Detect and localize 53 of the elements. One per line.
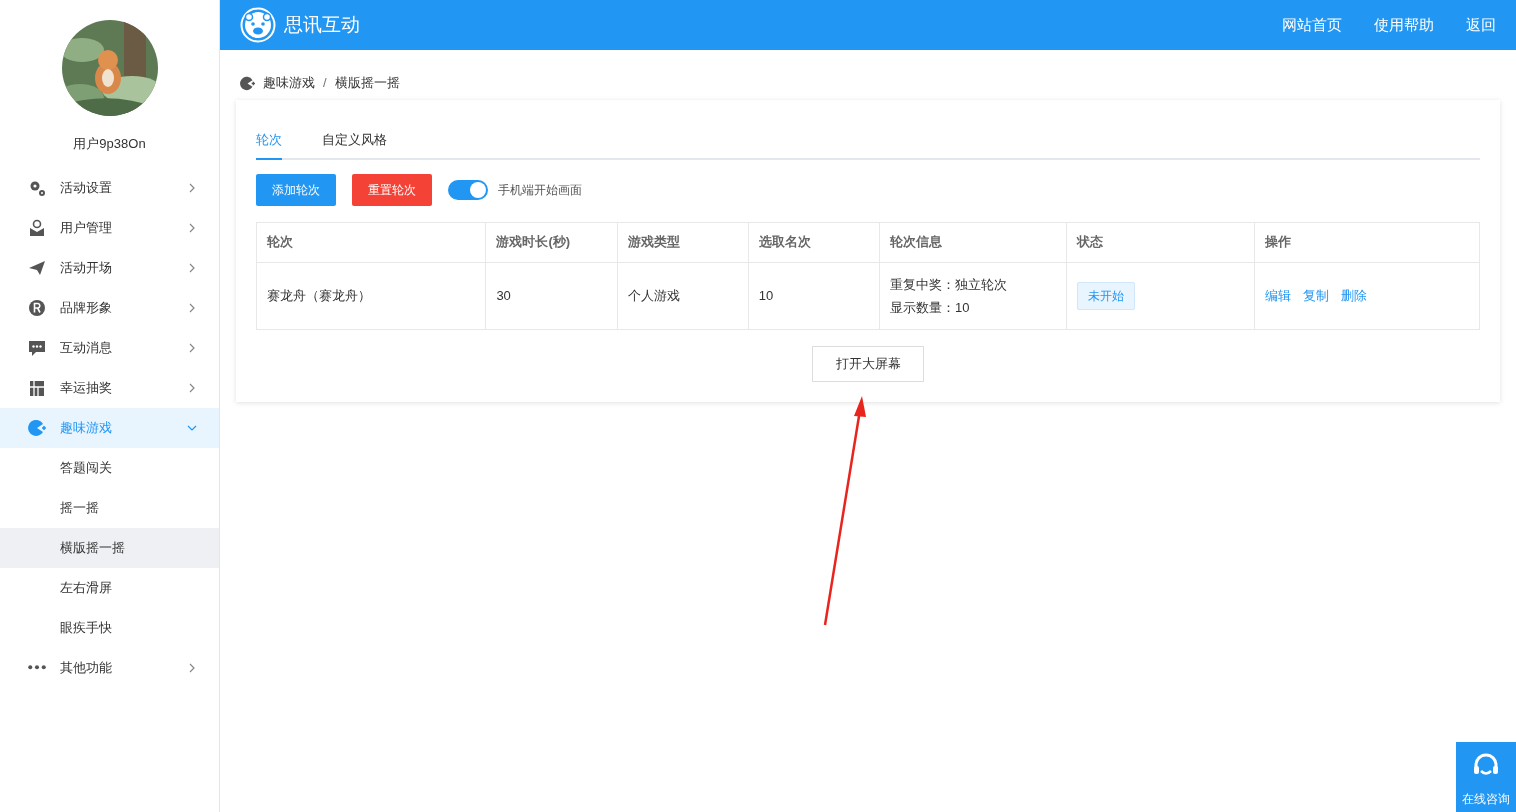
message-icon [28, 338, 46, 357]
info-line: 显示数量：10 [890, 298, 971, 317]
toggle-switch[interactable] [448, 179, 488, 200]
status-tag: 未开始 [1077, 281, 1136, 310]
column-header: 轮次 [256, 222, 486, 262]
submenu-item[interactable]: 左右滑屏 [0, 567, 219, 608]
toggle-label: 手机端开始画面 [498, 181, 582, 199]
game-icon [28, 418, 46, 437]
more-icon [28, 665, 46, 670]
sidebar-item[interactable]: 互动消息 [0, 327, 219, 368]
chevron-right-icon [187, 302, 197, 313]
column-header: 轮次信息 [879, 222, 1067, 262]
bear-logo-icon [240, 7, 276, 43]
sidebar-item[interactable]: 活动开场 [0, 247, 219, 288]
open-screen-button[interactable]: 打开大屏幕 [812, 345, 924, 382]
chevron-right-icon [187, 342, 197, 353]
tab[interactable]: 自定义风格 [322, 122, 387, 160]
submenu-item[interactable]: 眼疾手快 [0, 607, 219, 648]
reset-button[interactable]: 重置轮次 [352, 173, 432, 206]
chevron-right-icon [187, 662, 197, 673]
game-icon [240, 75, 255, 91]
column-header: 游戏类型 [617, 222, 749, 262]
submenu-item[interactable]: 答题闯关 [0, 447, 219, 488]
chevron-right-icon [187, 262, 197, 273]
submenu-item[interactable]: 横版摇一摇 [0, 527, 219, 568]
table-cell: 个人游戏 [617, 262, 749, 329]
submenu-item[interactable]: 摇一摇 [0, 487, 219, 528]
sidebar-item[interactable]: 其他功能 [0, 647, 219, 688]
registered-icon [28, 298, 46, 317]
table-cell: 赛龙舟（赛龙舟） [256, 262, 486, 329]
breadcrumb-item[interactable]: 趣味游戏 [263, 73, 315, 93]
breadcrumb-item: 横版摇一摇 [334, 74, 400, 93]
brand-name: 思讯互动 [284, 12, 360, 37]
column-header: 游戏时长(秒) [485, 222, 618, 262]
table-cell: 10 [748, 262, 880, 329]
lottery-icon [28, 378, 46, 397]
sidebar-item[interactable]: 活动设置 [0, 167, 219, 208]
column-header: 选取名次 [748, 222, 880, 262]
sidebar-item[interactable]: 用户管理 [0, 207, 219, 248]
column-header: 操作 [1254, 222, 1480, 262]
consult-label: 在线咨询 [1462, 791, 1510, 808]
breadcrumb-separator: / [323, 74, 327, 93]
chevron-right-icon [187, 182, 197, 193]
chevron-right-icon [187, 382, 197, 393]
sidebar-item[interactable]: 幸运抽奖 [0, 367, 219, 408]
user-name: 用户9p38On [72, 135, 147, 153]
paper-plane-icon [28, 258, 46, 277]
info-line: 重复中奖：独立轮次 [890, 275, 1008, 294]
column-header: 状态 [1066, 222, 1255, 262]
user-mail-icon [28, 218, 46, 237]
chevron-right-icon [187, 222, 197, 233]
table-cell: 30 [485, 262, 618, 329]
sidebar-item[interactable]: 品牌形象 [0, 287, 219, 328]
